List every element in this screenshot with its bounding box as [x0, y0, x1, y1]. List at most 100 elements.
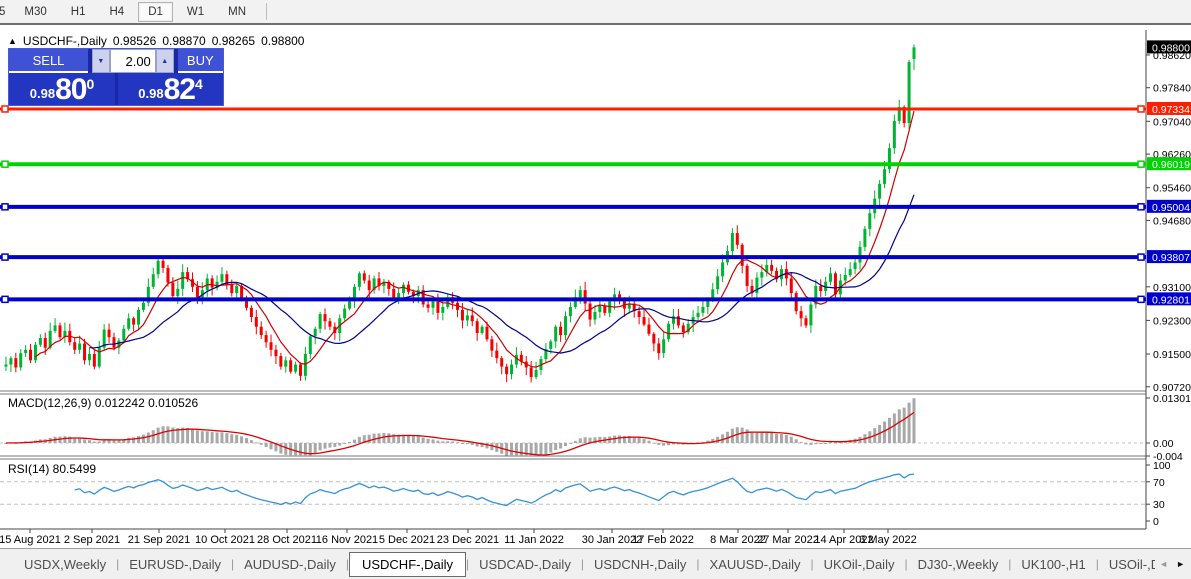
macd-histogram-bar	[638, 438, 641, 443]
buy-price-prefix: 0.98	[138, 86, 163, 101]
candle-body	[294, 365, 297, 372]
macd-histogram-bar	[780, 434, 783, 443]
candle-body	[844, 275, 847, 280]
price-tick-label: 0.90720	[1153, 382, 1191, 394]
macd-histogram-bar	[431, 439, 434, 443]
macd-histogram-bar	[353, 440, 356, 443]
macd-histogram-bar	[667, 443, 670, 445]
sell-price[interactable]: 0.98 80 0	[9, 73, 115, 105]
macd-histogram-bar	[539, 443, 542, 456]
macd-histogram-bar	[436, 441, 439, 443]
macd-histogram-bar	[824, 443, 827, 444]
trade-panel-toggle-icon[interactable]: ▲	[8, 36, 17, 46]
candle-body	[39, 338, 42, 345]
volume-input[interactable]	[110, 49, 156, 73]
line-handle[interactable]	[1138, 254, 1144, 260]
tab-xauusd-daily[interactable]: XAUUSD-,Daily	[700, 553, 811, 576]
candle-body	[279, 356, 282, 367]
timeframe-w1[interactable]: W1	[177, 2, 214, 22]
candle-body	[795, 293, 798, 311]
candle-body	[584, 290, 587, 303]
price-level-badge-label: 0.93807	[1152, 252, 1190, 264]
candle-body	[559, 327, 562, 335]
candle-body	[137, 310, 140, 325]
candle-body	[19, 353, 22, 367]
candle-body	[647, 325, 650, 334]
ohlc-open: 0.98526	[113, 34, 156, 48]
candle-body	[535, 370, 538, 377]
line-handle[interactable]	[2, 204, 8, 210]
timeframe-d1[interactable]: D1	[138, 2, 173, 22]
macd-histogram-bar	[83, 439, 86, 443]
timeframe-m30[interactable]: M30	[14, 2, 56, 22]
tab-dj30-weekly[interactable]: DJ30-,Weekly	[908, 553, 1009, 576]
timeframe-mn[interactable]: MN	[218, 2, 256, 22]
date-label: 17 Feb 2022	[632, 534, 694, 546]
macd-histogram-bar	[809, 443, 812, 445]
tab-usdcnh-daily[interactable]: USDCNH-,Daily	[584, 553, 696, 576]
volume-increase-icon[interactable]: ▲	[156, 49, 174, 73]
line-handle[interactable]	[2, 106, 8, 112]
macd-histogram-bar	[417, 436, 420, 443]
tab-usdx-weekly[interactable]: USDX,Weekly	[14, 553, 116, 576]
timeframe-h1[interactable]: H1	[61, 2, 96, 22]
candle-body	[29, 350, 32, 361]
macd-histogram-bar	[785, 435, 788, 443]
candle-body	[402, 285, 405, 293]
tabs-scroll-right-icon[interactable]: ►	[1176, 559, 1185, 569]
candle-body	[152, 274, 155, 287]
macd-histogram-bar	[112, 440, 115, 443]
candle-body	[510, 365, 513, 375]
macd-histogram-bar	[240, 436, 243, 443]
line-handle[interactable]	[1138, 204, 1144, 210]
macd-histogram-bar	[343, 443, 346, 444]
line-handle[interactable]	[1138, 106, 1144, 112]
candle-body	[309, 336, 312, 354]
macd-histogram-bar	[662, 443, 665, 446]
macd-histogram-bar	[328, 443, 331, 448]
volume-decrease-icon[interactable]: ▼	[92, 49, 110, 73]
tabs-scroll-left-icon[interactable]: ◄	[1159, 559, 1168, 569]
candle-body	[490, 339, 493, 350]
macd-histogram-bar	[569, 443, 572, 444]
buy-button[interactable]: BUY	[178, 49, 223, 73]
macd-histogram-bar	[741, 428, 744, 443]
tab-uk100-h1[interactable]: UK100-,H1	[1011, 553, 1095, 576]
date-label: 15 Aug 2021	[0, 534, 61, 546]
candle-body	[598, 306, 601, 312]
timeframe-toolbar: 5M30H1H4D1W1MN	[0, 0, 1191, 25]
tab-eurusd-daily[interactable]: EURUSD-,Daily	[119, 553, 231, 576]
candle-body	[9, 358, 12, 364]
tab-audusd-daily[interactable]: AUDUSD-,Daily	[234, 553, 346, 576]
line-handle[interactable]	[2, 254, 8, 260]
candle-body	[211, 278, 214, 287]
timeframe-5[interactable]: 5	[0, 2, 10, 22]
macd-histogram-bar	[245, 438, 248, 443]
macd-histogram-bar	[647, 441, 650, 443]
candle-body	[132, 318, 135, 324]
tab-ukoil-daily[interactable]: UKOil-,Daily	[814, 553, 905, 576]
candle-body	[270, 342, 273, 350]
macd-histogram-bar	[579, 438, 582, 443]
candle-body	[274, 350, 277, 356]
macd-histogram-bar	[883, 422, 886, 443]
line-handle[interactable]	[1138, 296, 1144, 302]
timeframe-h4[interactable]: H4	[99, 2, 134, 22]
candle-body	[593, 312, 596, 320]
line-handle[interactable]	[2, 161, 8, 167]
ma-fast-line	[35, 111, 914, 367]
sell-button[interactable]: SELL	[9, 49, 88, 73]
one-click-trading-panel: SELL ▼ ▲ BUY 0.98 80 0 0.98 82 4	[8, 48, 224, 106]
candle-body	[481, 327, 484, 333]
tab-usdcad-daily[interactable]: USDCAD-,Daily	[469, 553, 581, 576]
macd-histogram-bar	[751, 431, 754, 443]
line-handle[interactable]	[1138, 161, 1144, 167]
candle-body	[697, 313, 700, 317]
buy-price[interactable]: 0.98 82 4	[118, 73, 223, 105]
macd-histogram-bar	[63, 436, 66, 443]
tab-usdchf-daily[interactable]: USDCHF-,Daily	[349, 552, 466, 577]
line-handle[interactable]	[2, 296, 8, 302]
candle-body	[98, 348, 101, 367]
date-label: 11 Jan 2022	[504, 534, 564, 546]
symbol-period-label: USDCHF-,Daily	[23, 34, 107, 48]
